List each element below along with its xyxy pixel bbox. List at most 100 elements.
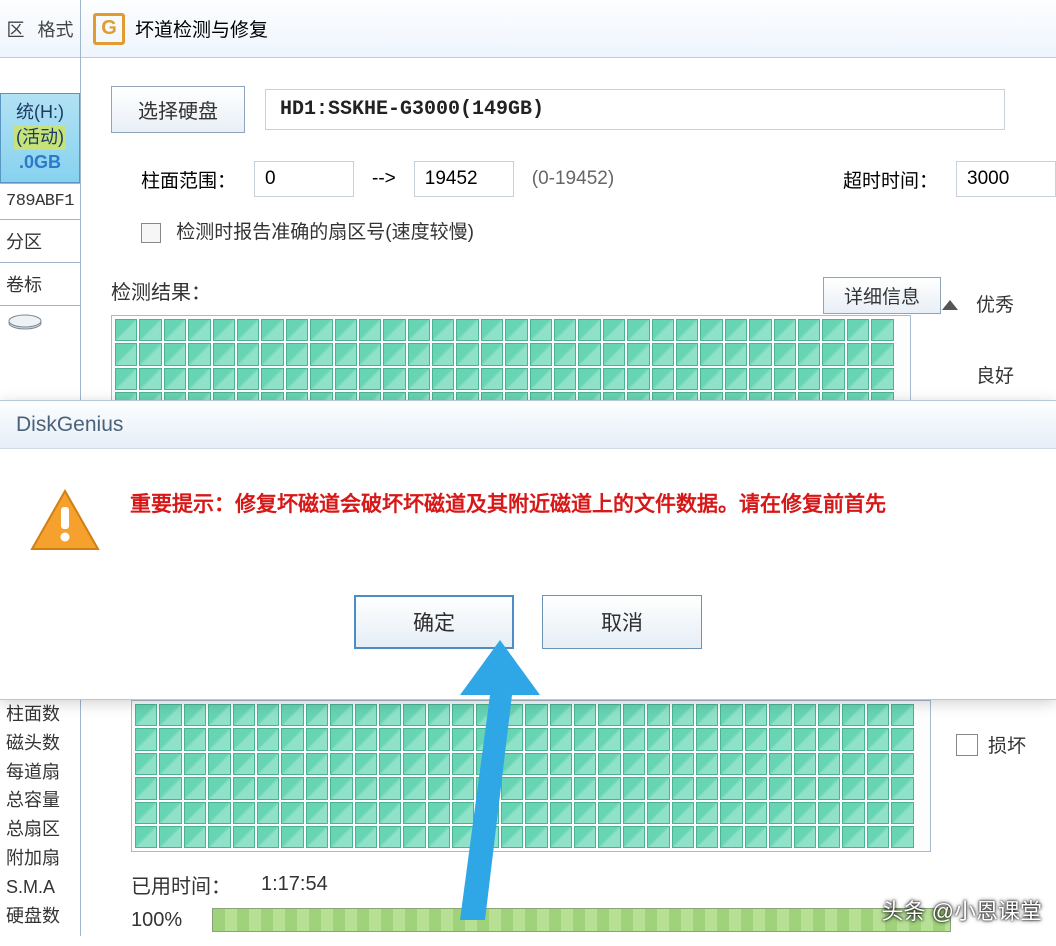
- sector-cell: [652, 368, 674, 390]
- sector-cell: [115, 319, 137, 341]
- sector-cell: [647, 802, 669, 824]
- sector-cell: [769, 704, 791, 726]
- sector-cell: [867, 704, 889, 726]
- elapsed-value: 1:17:54: [261, 873, 328, 896]
- sector-cell: [233, 802, 255, 824]
- stat-item: 柱面数: [6, 700, 75, 729]
- accurate-sector-checkbox[interactable]: [141, 223, 161, 243]
- volume-label[interactable]: 卷标: [0, 262, 80, 305]
- elapsed-row: 已用时间： 1:17:54: [131, 870, 328, 899]
- scroll-up-icon[interactable]: [942, 300, 958, 310]
- sector-cell: [822, 343, 844, 365]
- sector-cell: [627, 343, 649, 365]
- sector-cell: [554, 343, 576, 365]
- sector-cell: [184, 826, 206, 848]
- range-from-input[interactable]: [254, 161, 354, 197]
- sector-cell: [281, 728, 303, 750]
- sector-cell: [745, 777, 767, 799]
- window-title: 坏道检测与修复: [135, 15, 268, 42]
- sector-cell: [432, 343, 454, 365]
- stat-item: 每道扇: [6, 758, 75, 787]
- sector-cell: [574, 802, 596, 824]
- sector-cell: [261, 319, 283, 341]
- sector-cell: [794, 802, 816, 824]
- sector-cell: [452, 826, 474, 848]
- sector-cell: [749, 319, 771, 341]
- sector-cell: [720, 826, 742, 848]
- sector-cell: [745, 826, 767, 848]
- sector-cell: [672, 753, 694, 775]
- range-to-input[interactable]: [414, 161, 514, 197]
- partition-label[interactable]: 分区: [0, 219, 80, 262]
- sector-cell: [281, 753, 303, 775]
- disk-name-field: HD1:SSKHE-G3000(149GB): [265, 89, 1005, 130]
- sector-cell: [891, 802, 913, 824]
- details-button[interactable]: 详细信息: [823, 277, 941, 314]
- select-disk-button[interactable]: 选择硬盘: [111, 86, 245, 133]
- sector-cell: [847, 343, 869, 365]
- sector-cell: [627, 319, 649, 341]
- sector-cell: [452, 704, 474, 726]
- cancel-button[interactable]: 取消: [542, 595, 702, 649]
- sector-cell: [188, 368, 210, 390]
- sector-cell: [672, 704, 694, 726]
- tab-area[interactable]: 区: [7, 16, 25, 42]
- sector-cell: [164, 319, 186, 341]
- sector-cell: [476, 728, 498, 750]
- ok-button[interactable]: 确定: [354, 595, 514, 649]
- sector-cell: [281, 802, 303, 824]
- sector-cell: [647, 826, 669, 848]
- tab-format[interactable]: 格式: [38, 16, 74, 42]
- sector-cell: [257, 802, 279, 824]
- sector-cell: [159, 826, 181, 848]
- accurate-sector-label: 检测时报告准确的扇区号(速度较慢): [176, 222, 474, 243]
- sector-cell: [428, 753, 450, 775]
- sector-cell: [335, 368, 357, 390]
- sector-cell: [330, 802, 352, 824]
- sector-cell: [379, 826, 401, 848]
- sector-cell: [696, 728, 718, 750]
- sector-grid-bottom: [131, 700, 931, 852]
- sector-cell: [355, 802, 377, 824]
- sector-cell: [476, 802, 498, 824]
- sector-cell: [623, 728, 645, 750]
- timeout-input[interactable]: [956, 161, 1056, 197]
- sector-cell: [306, 826, 328, 848]
- disk-badge[interactable]: 统(H:) (活动) .0GB: [0, 93, 80, 183]
- sector-cell: [818, 753, 840, 775]
- sidebar-tabs: 区 格式: [0, 0, 80, 58]
- progress-percent: 100%: [131, 909, 182, 932]
- sector-cell: [115, 368, 137, 390]
- sector-cell: [452, 802, 474, 824]
- sector-cell: [867, 802, 889, 824]
- stat-item: 磁头数: [6, 729, 75, 758]
- sector-cell: [603, 368, 625, 390]
- sector-cell: [233, 704, 255, 726]
- window-titlebar[interactable]: G 坏道检测与修复: [81, 0, 1056, 58]
- dialog-title[interactable]: DiskGenius: [0, 401, 1056, 449]
- sector-cell: [720, 802, 742, 824]
- sector-cell: [672, 826, 694, 848]
- sector-cell: [233, 728, 255, 750]
- sector-cell: [159, 802, 181, 824]
- sector-cell: [330, 826, 352, 848]
- sector-cell: [769, 777, 791, 799]
- sector-cell: [355, 728, 377, 750]
- sector-cell: [505, 368, 527, 390]
- sector-cell: [891, 826, 913, 848]
- sector-cell: [379, 704, 401, 726]
- sector-cell: [135, 753, 157, 775]
- legend-excellent: 优秀: [976, 290, 1014, 317]
- sector-cell: [408, 343, 430, 365]
- sector-cell: [257, 728, 279, 750]
- sector-cell: [432, 368, 454, 390]
- sector-cell: [530, 343, 552, 365]
- hex-row: 789ABF1: [0, 183, 80, 219]
- sector-cell: [432, 319, 454, 341]
- stat-item: 硬盘数: [6, 902, 75, 931]
- sector-cell: [208, 728, 230, 750]
- sector-cell: [842, 826, 864, 848]
- sector-cell: [330, 777, 352, 799]
- sector-cell: [891, 753, 913, 775]
- sector-cell: [233, 826, 255, 848]
